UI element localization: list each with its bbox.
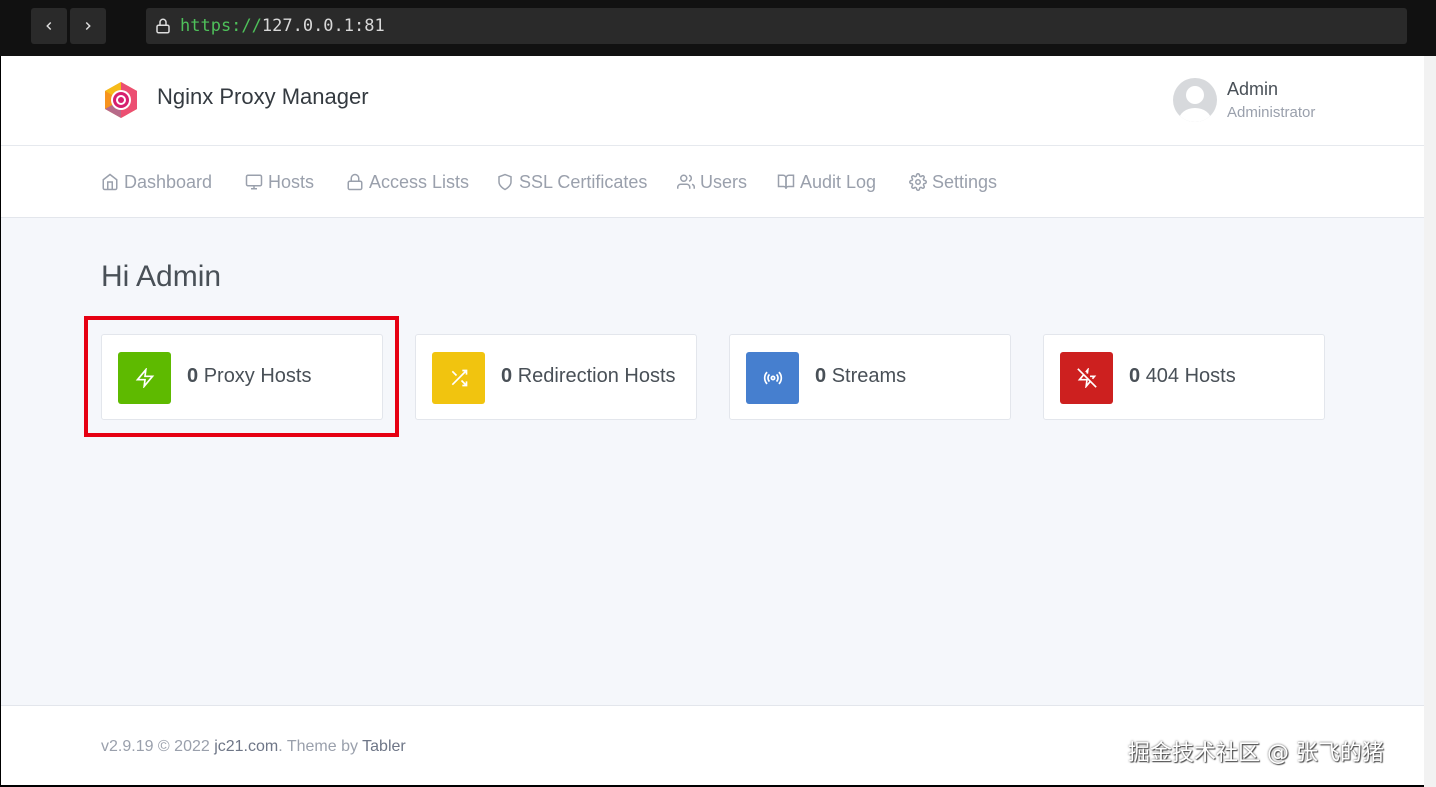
nav-item-label: Settings	[932, 171, 998, 192]
redirection-hosts-card[interactable]: 0 Redirection Hosts	[415, 334, 697, 420]
lock-icon	[347, 173, 363, 191]
nav-item-hosts[interactable]: Hosts	[245, 170, 314, 194]
browser-back-button[interactable]	[31, 8, 67, 44]
nav-item-label: Users	[700, 171, 748, 192]
footer-text: v2.9.19 © 2022 jc21.com. Theme by Tabler	[101, 738, 406, 756]
card-label: Streams	[831, 365, 907, 387]
nav-item-label: Access Lists	[369, 171, 470, 192]
main-nav: Dashboard Hosts Access Lists SSL Certifi…	[1, 146, 1424, 218]
settings-icon	[909, 173, 927, 191]
user-silhouette-icon	[1179, 86, 1211, 122]
address-bar[interactable]: https://127.0.0.1:81	[146, 8, 1407, 44]
nav-item-access-lists[interactable]: Access Lists	[346, 170, 469, 194]
card-text: 0 Redirection Hosts	[501, 365, 676, 388]
scrollbar[interactable]	[1424, 56, 1436, 787]
nav-item-settings[interactable]: Settings	[909, 170, 997, 194]
nginx-proxy-manager-logo[interactable]	[101, 80, 141, 120]
footer-site-link[interactable]: jc21.com	[214, 738, 278, 755]
streams-card[interactable]: 0 Streams	[729, 334, 1011, 420]
footer-version: v2.9.19 © 2022	[101, 738, 215, 755]
user-role: Administrator	[1227, 104, 1316, 121]
user-name[interactable]: Admin	[1227, 79, 1278, 100]
nav-item-label: Hosts	[268, 171, 315, 192]
nav-item-dashboard[interactable]: Dashboard	[101, 170, 212, 194]
browser-toolbar: https://127.0.0.1:81	[0, 0, 1436, 56]
card-count: 0	[1129, 365, 1141, 387]
avatar[interactable]	[1173, 78, 1217, 122]
page-title: Hi Admin	[101, 260, 222, 293]
chevron-right-icon	[85, 21, 91, 31]
nav-item-audit-log[interactable]: Audit Log	[777, 170, 876, 194]
chevron-left-icon	[46, 21, 52, 31]
home-icon	[102, 173, 118, 191]
watermark: 掘金技术社区 @ 张飞的猪	[1128, 741, 1384, 766]
nav-item-label: Audit Log	[800, 171, 877, 192]
card-text: 0 404 Hosts	[1129, 365, 1236, 388]
users-icon	[677, 174, 695, 189]
zap-off-icon	[1076, 368, 1097, 388]
card-count: 0	[501, 365, 513, 387]
nav-item-users[interactable]: Users	[677, 170, 747, 194]
browser-forward-button[interactable]	[70, 8, 106, 44]
footer-theme-prefix: . Theme by	[278, 738, 363, 755]
streams-stamp	[746, 352, 799, 404]
redirection-hosts-stamp	[432, 352, 485, 404]
url-scheme: https://	[180, 16, 262, 36]
404-hosts-stamp	[1060, 352, 1113, 404]
book-open-icon	[777, 174, 795, 189]
footer-theme-link[interactable]: Tabler	[362, 738, 406, 755]
card-count: 0	[815, 365, 827, 387]
nav-item-label: SSL Certificates	[519, 171, 648, 192]
card-label: Redirection Hosts	[517, 365, 676, 387]
radio-icon	[763, 371, 782, 385]
nav-item-ssl-certificates[interactable]: SSL Certificates	[496, 170, 647, 194]
monitor-icon	[245, 174, 263, 190]
lock-icon	[156, 18, 170, 34]
highlight-annotation	[84, 316, 399, 437]
nav-item-label: Dashboard	[124, 171, 213, 192]
shield-icon	[498, 173, 512, 191]
card-text: 0 Streams	[815, 365, 906, 388]
url-host: 127.0.0.1:81	[261, 16, 385, 36]
404-hosts-card[interactable]: 0 404 Hosts	[1043, 334, 1325, 420]
card-label: 404 Hosts	[1145, 365, 1236, 387]
shuffle-icon	[451, 369, 467, 387]
app-header: Nginx Proxy Manager Admin Administrator	[1, 56, 1424, 146]
brand-title[interactable]: Nginx Proxy Manager	[157, 84, 369, 110]
